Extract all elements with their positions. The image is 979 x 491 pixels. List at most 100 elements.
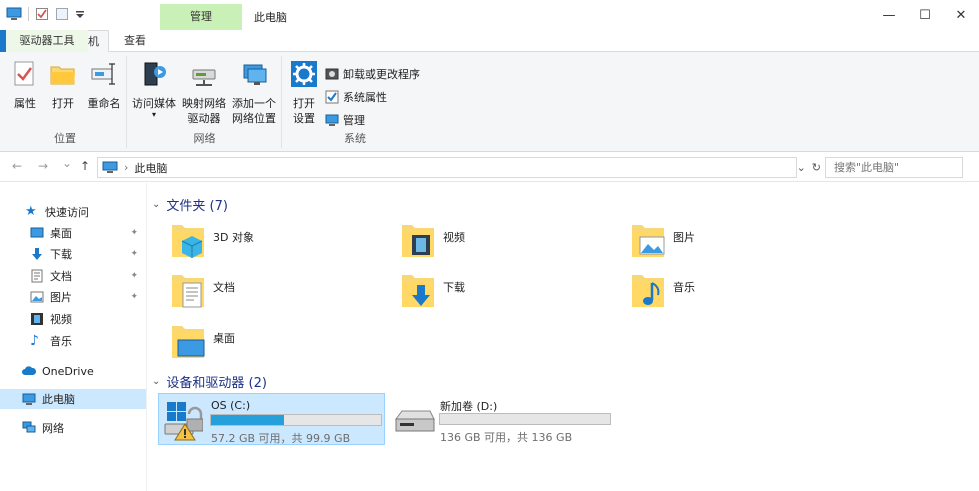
computer-management-icon (325, 114, 339, 126)
chevron-down-icon: ⌄ (152, 376, 161, 387)
ribbon: 属性 打开 重命名 位置 访问媒体 ▾ 映射网络 驱动器 添加一个 网络位置 网… (0, 52, 979, 152)
folder-item-pictures[interactable]: 图片 (630, 219, 850, 265)
address-dropdown-button[interactable]: ⌄ (797, 161, 806, 174)
nav-item-videos[interactable]: 视频 (0, 309, 146, 329)
navigation-bar: ← → ⌄ ↑ › 此电脑 ⌄ ↻ (0, 152, 979, 182)
drive-item-c[interactable]: OS (C:) 57.2 GB 可用，共 99.9 GB (158, 393, 385, 445)
qat-separator (28, 7, 29, 21)
search-input[interactable] (825, 157, 963, 178)
drive-free-space: 57.2 GB 可用，共 99.9 GB (211, 432, 351, 445)
picture-folder-icon (632, 225, 665, 257)
nav-item-onedrive[interactable]: OneDrive (0, 361, 146, 381)
properties-icon (14, 61, 34, 86)
folder-label: 视频 (443, 231, 465, 244)
drive-usage-fill (211, 415, 284, 425)
chevron-down-icon: ▾ (151, 110, 156, 119)
manage-button[interactable]: 管理 (325, 112, 365, 128)
folder-item-videos[interactable]: 视频 (400, 219, 620, 265)
properties-qat-icon[interactable] (35, 7, 49, 21)
file-explorer-window: 管理 此电脑 — ☐ ✕ 文件 计算机 查看 驱动器工具 属性 (0, 0, 979, 491)
pin-icon: ✦ (130, 249, 138, 259)
gear-icon (291, 61, 317, 87)
nav-label-onedrive: OneDrive (42, 364, 94, 378)
music-folder-icon (632, 275, 664, 307)
folder-item-documents[interactable]: 文档 (170, 269, 390, 315)
properties-button[interactable]: 属性 (8, 60, 42, 111)
chevron-down-icon: ⌄ (152, 199, 161, 210)
add-network-location-button[interactable]: 添加一个 网络位置 (230, 60, 278, 126)
nav-item-documents[interactable]: 文档 ✦ (0, 266, 146, 286)
back-button[interactable]: ← (12, 159, 22, 173)
nav-item-music[interactable]: ♪ 音乐 (0, 331, 146, 351)
address-bar[interactable]: › 此电脑 (97, 157, 797, 178)
ribbon-group-system: 打开 设置 卸载或更改程序 系统属性 管理 系统 (283, 56, 427, 148)
refresh-button[interactable]: ↻ (812, 161, 821, 174)
desktop-folder-icon (172, 326, 205, 358)
this-pc-icon (22, 393, 36, 405)
open-folder-icon (50, 66, 75, 85)
section-header-drives[interactable]: ⌄ 设备和驱动器 (2) (152, 372, 267, 391)
recent-locations-button[interactable]: ⌄ (62, 156, 72, 170)
drive-item-d[interactable]: 新加卷 (D:) 136 GB 可用，共 136 GB (392, 393, 622, 445)
nav-item-pictures[interactable]: 图片 ✦ (0, 287, 146, 307)
system-properties-icon (325, 90, 339, 104)
rename-button[interactable]: 重命名 (84, 60, 124, 111)
pin-icon: ✦ (130, 292, 138, 302)
nav-item-downloads[interactable]: 下载 ✦ (0, 244, 146, 264)
folder-label: 文档 (213, 281, 235, 294)
network-icon (22, 421, 36, 433)
nav-item-quick-access[interactable]: ★ 快速访问 (0, 202, 146, 222)
context-tab-group-manage: 管理 (160, 4, 242, 30)
media-server-icon (144, 62, 166, 86)
folder-label: 图片 (673, 231, 695, 244)
network-drive-icon (192, 69, 216, 86)
map-network-drive-button[interactable]: 映射网络 驱动器 (180, 60, 228, 126)
system-drive-icon (164, 402, 203, 441)
music-note-icon: ♪ (30, 333, 39, 349)
download-folder-icon (402, 275, 434, 307)
pin-icon: ✦ (130, 228, 138, 238)
close-button[interactable]: ✕ (943, 0, 979, 30)
quick-access-toolbar (6, 7, 85, 21)
system-properties-button[interactable]: 系统属性 (325, 89, 387, 105)
open-label: 打开 (52, 97, 74, 110)
nav-item-desktop[interactable]: 桌面 ✦ (0, 223, 146, 243)
section-title-drives: 设备和驱动器 (2) (166, 376, 267, 391)
nav-item-network[interactable]: 网络 (0, 418, 146, 438)
hard-drive-icon (395, 410, 435, 432)
forward-button[interactable]: → (38, 159, 48, 173)
open-button[interactable]: 打开 (46, 60, 80, 111)
folder-item-desktop[interactable]: 桌面 (170, 320, 390, 366)
uninstall-icon (325, 68, 339, 80)
ribbon-group-label-system: 系统 (344, 132, 366, 145)
nav-item-this-pc[interactable]: 此电脑 (0, 389, 146, 409)
new-folder-qat-icon[interactable] (55, 7, 69, 21)
maximize-button[interactable]: ☐ (907, 0, 943, 30)
this-pc-icon (6, 7, 22, 20)
uninstall-program-button[interactable]: 卸载或更改程序 (325, 66, 420, 82)
folder-item-downloads[interactable]: 下载 (400, 269, 620, 315)
section-header-folders[interactable]: ⌄ 文件夹 (7) (152, 195, 228, 214)
up-button[interactable]: ↑ (80, 159, 90, 173)
access-media-label: 访问媒体 (132, 97, 176, 110)
nav-label-desktop: 桌面 (50, 227, 72, 240)
star-icon: ★ (25, 204, 37, 219)
map-drive-label-1: 映射网络 (182, 97, 226, 110)
access-media-button[interactable]: 访问媒体 ▾ (130, 60, 178, 119)
document-icon (31, 269, 43, 283)
nav-label-documents: 文档 (50, 270, 72, 283)
tab-view[interactable]: 查看 (115, 30, 155, 52)
pin-icon: ✦ (130, 271, 138, 281)
document-folder-icon (172, 275, 204, 308)
folder-label: 桌面 (213, 332, 235, 345)
open-settings-button[interactable]: 打开 设置 (285, 60, 323, 126)
folder-item-music[interactable]: 音乐 (630, 269, 850, 315)
folder-item-3d-objects[interactable]: 3D 对象 (170, 219, 390, 265)
customize-qat-icon[interactable] (75, 7, 85, 21)
manage-label: 管理 (343, 114, 365, 127)
breadcrumb-this-pc[interactable]: 此电脑 (134, 160, 167, 176)
title-bar: 管理 此电脑 — ☐ ✕ (0, 0, 979, 30)
minimize-button[interactable]: — (871, 0, 907, 30)
uninstall-label: 卸载或更改程序 (343, 68, 420, 81)
navigation-pane: ★ 快速访问 桌面 ✦ 下载 ✦ 文档 ✦ 图片 ✦ 视频 ♪ 音乐 OneDr… (0, 183, 147, 491)
